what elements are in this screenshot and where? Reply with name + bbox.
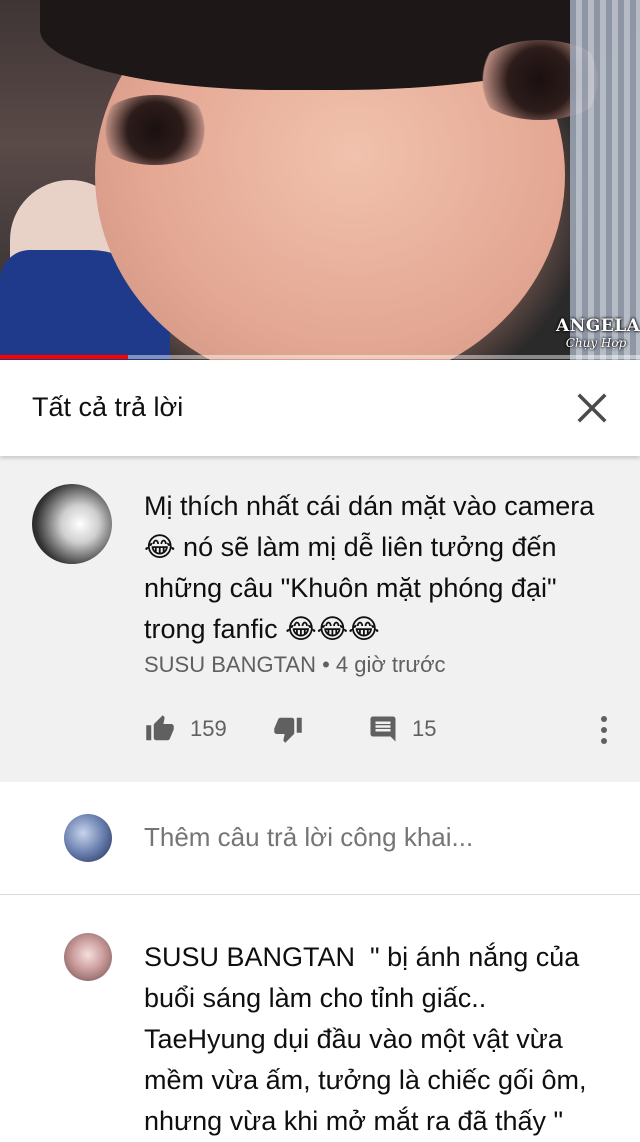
comment-text: Mị thích nhất cái dán mặt vào camera 😂 n… <box>144 491 595 644</box>
video-eye-left <box>95 95 215 165</box>
reply-avatar[interactable] <box>64 933 112 981</box>
comment-time: 4 giờ trước <box>335 652 446 677</box>
video-background-right <box>570 0 640 360</box>
watermark-line2: Chụy Hợp <box>565 336 627 350</box>
comment-author[interactable]: SUSU BANGTAN <box>144 652 316 677</box>
reply-item: SUSU BANGTAN " bị ánh nắng của buổi sáng… <box>0 895 640 1136</box>
meta-separator: • <box>322 652 336 677</box>
more-vert-icon <box>601 716 607 744</box>
reply-count: 15 <box>412 716 437 741</box>
like-button[interactable]: 159 <box>144 714 227 744</box>
dislike-button[interactable] <box>272 714 304 744</box>
video-progress-bar[interactable] <box>0 355 640 359</box>
comment-actions: 159 15 <box>0 704 640 760</box>
like-count: 159 <box>190 716 227 741</box>
comment-meta: SUSU BANGTAN • 4 giờ trước <box>144 652 446 678</box>
reply-input[interactable] <box>144 822 604 853</box>
comment-icon <box>370 716 396 742</box>
thumbs-up-icon <box>146 715 174 741</box>
reply-author[interactable]: SUSU BANGTAN <box>144 942 355 972</box>
replies-title: Tất cả trả lời <box>32 392 184 422</box>
video-progress-fill <box>0 355 128 359</box>
replies-header: Tất cả trả lời <box>0 360 640 456</box>
watermark-line1: ANGELA <box>556 316 640 336</box>
video-player[interactable]: ANGELA Chụy Hợp <box>0 0 640 360</box>
reply-text: SUSU BANGTAN " bị ánh nắng của buổi sáng… <box>144 937 614 1142</box>
current-user-avatar <box>64 814 112 862</box>
thumbs-down-icon <box>274 717 302 743</box>
reply-button[interactable]: 15 <box>368 714 436 744</box>
add-reply-row <box>0 782 640 895</box>
close-icon <box>577 393 607 423</box>
avatar[interactable] <box>32 484 112 564</box>
more-options-button[interactable] <box>592 712 616 748</box>
close-button[interactable] <box>572 388 612 428</box>
main-comment: Mị thích nhất cái dán mặt vào camera 😂 n… <box>0 456 640 782</box>
video-watermark: ANGELA Chụy Hợp <box>556 316 640 350</box>
